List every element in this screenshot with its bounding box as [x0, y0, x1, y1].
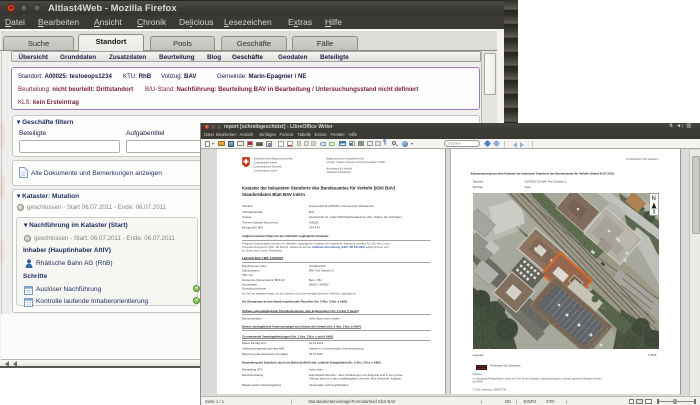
svg-text:N: N	[652, 196, 656, 202]
